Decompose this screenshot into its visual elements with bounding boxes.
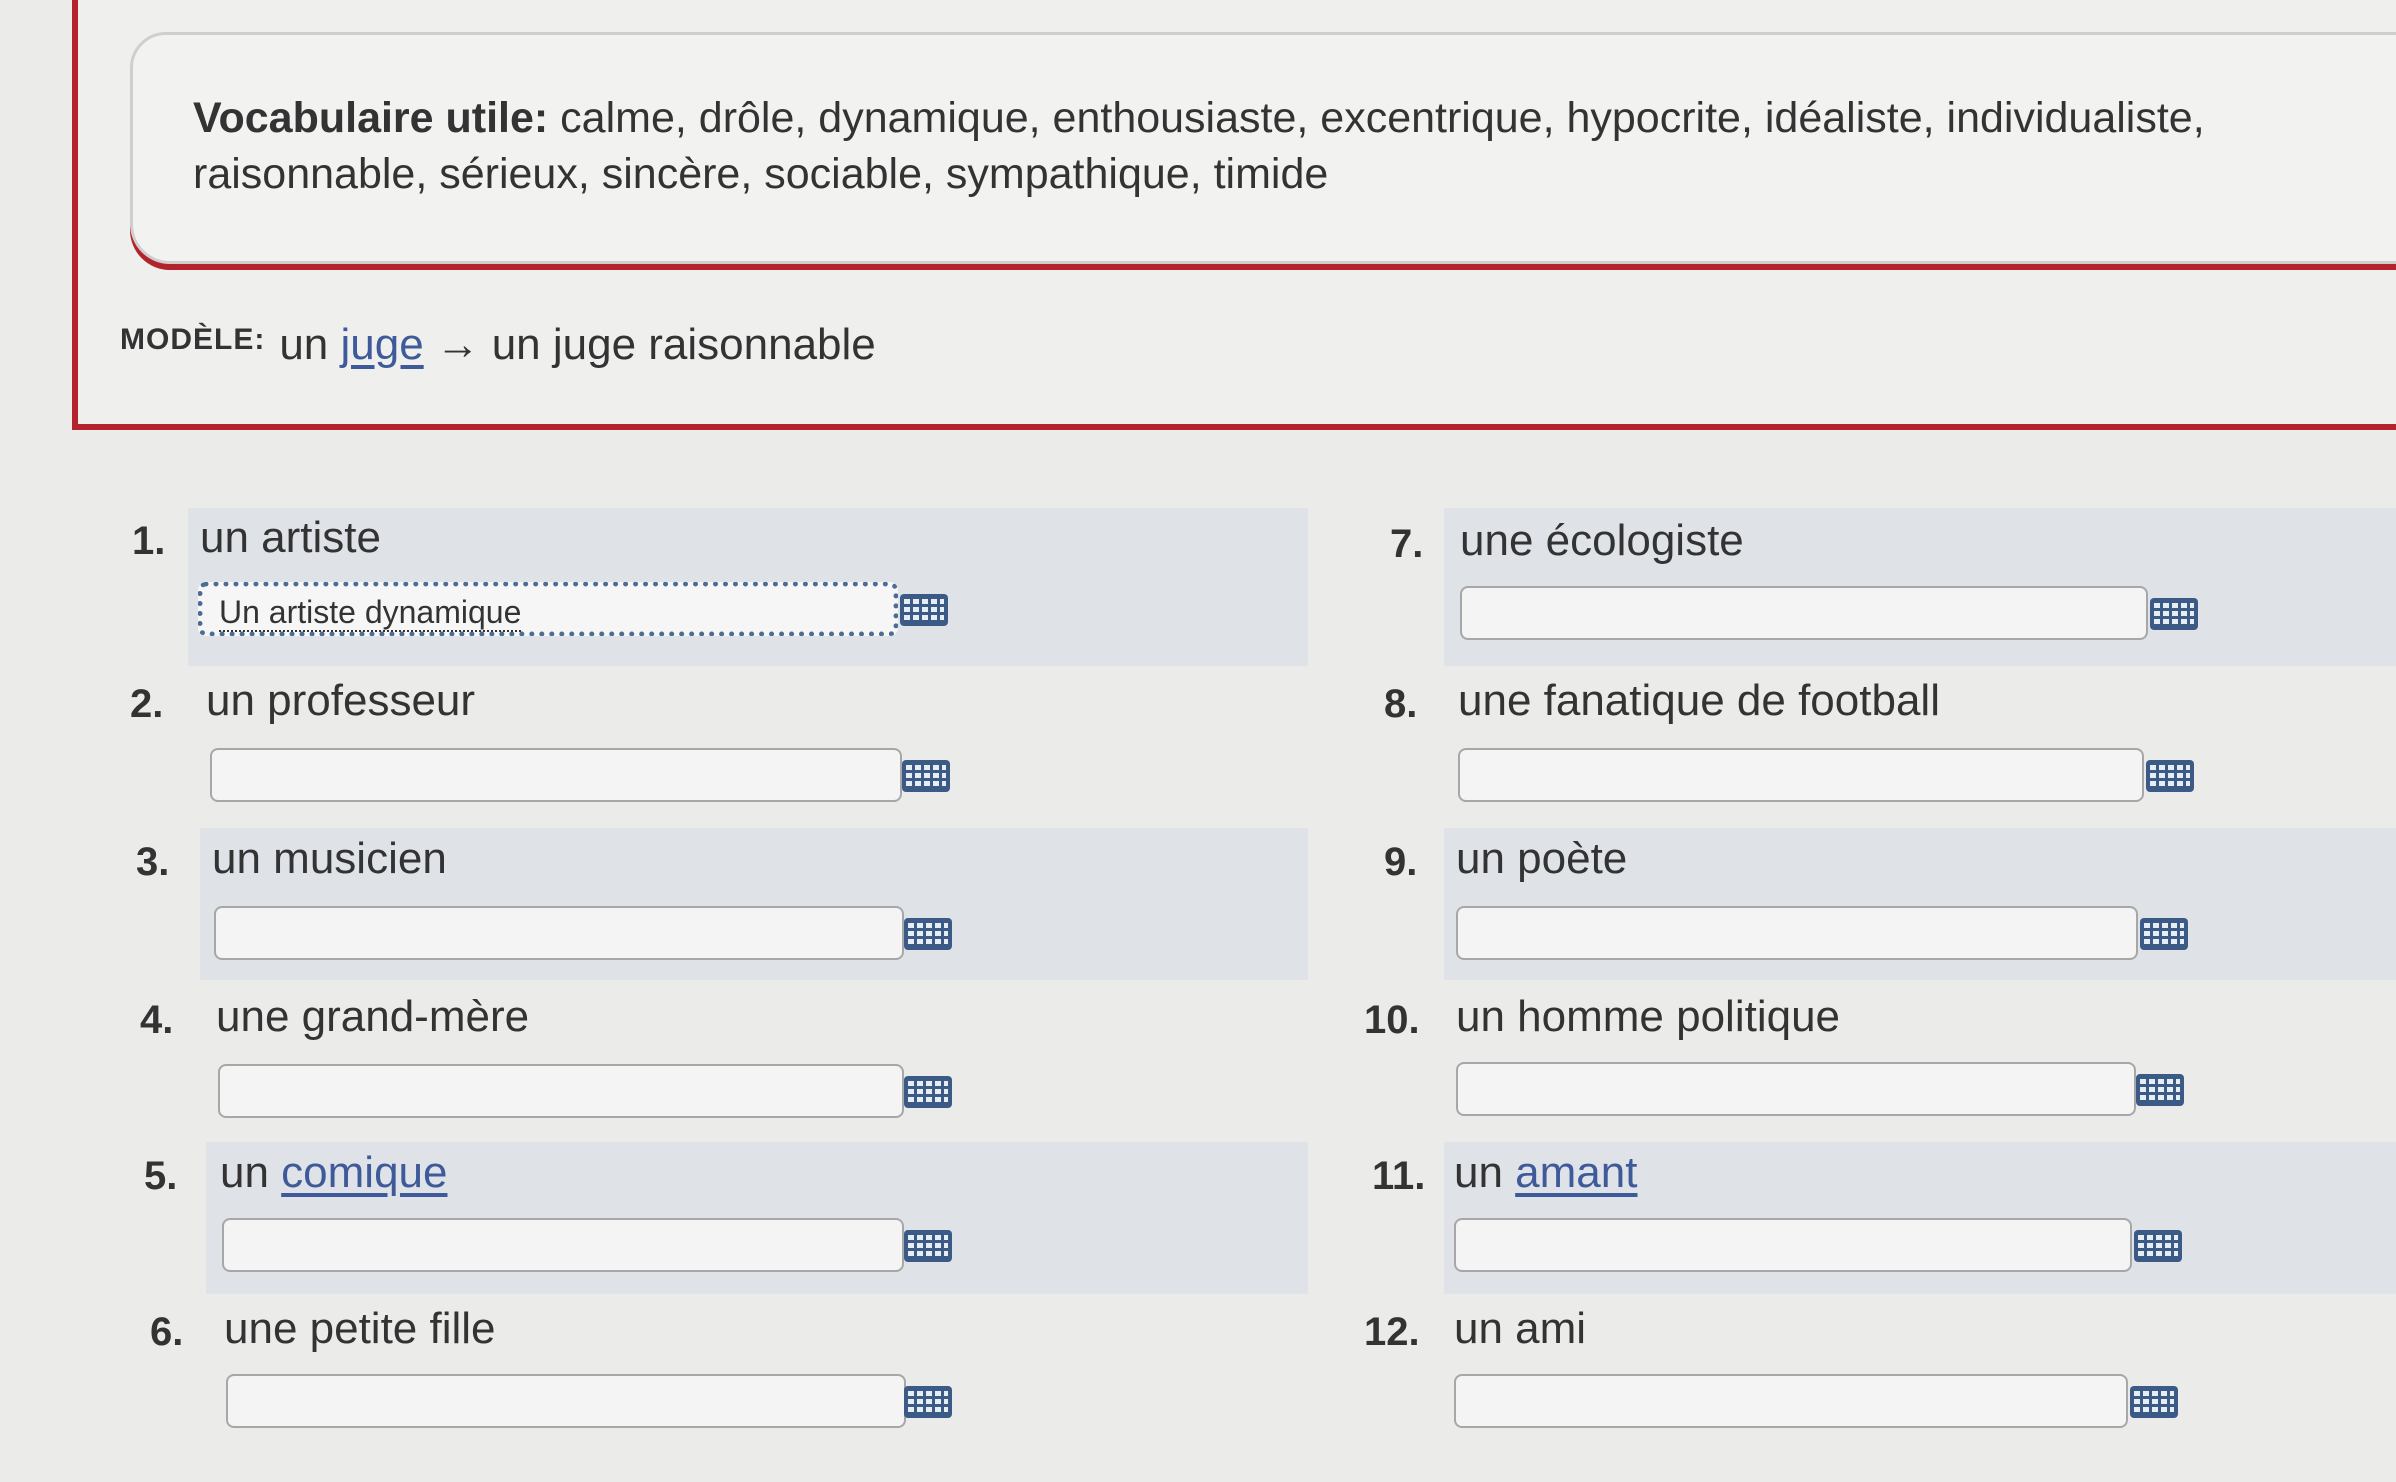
item-noun-link[interactable]: comique bbox=[281, 1148, 447, 1197]
answer-input-6[interactable] bbox=[226, 1374, 906, 1428]
item-label: une petite fille bbox=[224, 1304, 496, 1354]
answer-input-4[interactable] bbox=[218, 1064, 904, 1118]
answer-input-1[interactable]: Un artiste dynamique bbox=[198, 582, 898, 636]
keyboard-icon[interactable] bbox=[904, 918, 952, 950]
model-noun-link[interactable]: juge bbox=[341, 320, 424, 369]
answer-input-7[interactable] bbox=[1460, 586, 2148, 640]
item-label: une écologiste bbox=[1460, 516, 1744, 566]
item-article: un bbox=[206, 676, 268, 725]
keyboard-icon[interactable] bbox=[904, 1386, 952, 1418]
keyboard-icon[interactable] bbox=[900, 594, 948, 626]
item-article: un bbox=[200, 513, 262, 562]
item-article: une bbox=[1458, 676, 1544, 725]
model-answer: un juge raisonnable bbox=[491, 320, 876, 369]
item-article: une bbox=[216, 992, 302, 1041]
item-number: 11. bbox=[1372, 1154, 1426, 1198]
keyboard-icon[interactable] bbox=[2130, 1386, 2178, 1418]
item-article: une bbox=[1460, 516, 1546, 565]
item-noun: fanatique de football bbox=[1543, 676, 1940, 725]
vocabulary-box: Vocabulaire utile: calme, drôle, dynamiq… bbox=[130, 32, 2396, 264]
item-article: un bbox=[1456, 992, 1518, 1041]
item-label: un ami bbox=[1454, 1304, 1586, 1354]
model-example: MODÈLE: un juge → un juge raisonnable bbox=[120, 320, 876, 370]
item-label: un professeur bbox=[206, 676, 475, 726]
item-article: un bbox=[212, 834, 274, 883]
item-noun: petite fille bbox=[309, 1304, 496, 1353]
item-article: un bbox=[1454, 1148, 1516, 1197]
item-label: une grand-mère bbox=[216, 992, 529, 1042]
keyboard-icon[interactable] bbox=[2136, 1074, 2184, 1106]
item-label: un artiste bbox=[200, 513, 381, 563]
keyboard-icon[interactable] bbox=[902, 760, 950, 792]
item-noun: musicien bbox=[273, 834, 447, 883]
answer-input-10[interactable] bbox=[1456, 1062, 2136, 1116]
item-number: 1. bbox=[132, 519, 166, 563]
item-number: 10. bbox=[1364, 998, 1420, 1042]
item-label: un poète bbox=[1456, 834, 1627, 884]
vocabulary-text: Vocabulaire utile: calme, drôle, dynamiq… bbox=[193, 90, 2396, 202]
keyboard-icon[interactable] bbox=[904, 1076, 952, 1108]
item-label: une fanatique de football bbox=[1458, 676, 1940, 726]
item-article: une bbox=[224, 1304, 310, 1353]
answer-input-8[interactable] bbox=[1458, 748, 2144, 802]
answer-input-11[interactable] bbox=[1454, 1218, 2132, 1272]
arrow-icon: → bbox=[435, 320, 480, 369]
model-label: MODÈLE: bbox=[120, 323, 266, 356]
item-noun: grand-mère bbox=[301, 992, 530, 1041]
item-noun: écologiste bbox=[1545, 516, 1744, 565]
answer-input-12[interactable] bbox=[1454, 1374, 2128, 1428]
keyboard-icon[interactable] bbox=[2146, 760, 2194, 792]
item-noun: artiste bbox=[261, 513, 381, 562]
item-label: un comique bbox=[220, 1148, 447, 1198]
item-number: 8. bbox=[1384, 682, 1418, 726]
keyboard-icon[interactable] bbox=[2134, 1230, 2182, 1262]
item-article: un bbox=[1456, 834, 1518, 883]
item-number: 12. bbox=[1364, 1310, 1420, 1354]
item-number: 7. bbox=[1390, 522, 1424, 566]
item-noun: ami bbox=[1515, 1304, 1587, 1353]
keyboard-icon[interactable] bbox=[904, 1230, 952, 1262]
item-noun: poète bbox=[1517, 834, 1628, 883]
item-number: 5. bbox=[144, 1154, 178, 1198]
keyboard-icon[interactable] bbox=[2150, 598, 2198, 630]
item-number: 9. bbox=[1384, 840, 1418, 884]
item-label: un amant bbox=[1454, 1148, 1637, 1198]
item-label: un homme politique bbox=[1456, 992, 1840, 1042]
model-prefix: un bbox=[279, 320, 341, 369]
item-noun-link[interactable]: amant bbox=[1515, 1148, 1637, 1197]
item-article: un bbox=[220, 1148, 282, 1197]
item-number: 4. bbox=[140, 998, 174, 1042]
vocabulary-label: Vocabulaire utile: bbox=[193, 94, 549, 142]
item-noun: homme politique bbox=[1517, 992, 1841, 1041]
item-number: 2. bbox=[130, 682, 164, 726]
item-number: 6. bbox=[150, 1310, 184, 1354]
answer-input-9[interactable] bbox=[1456, 906, 2138, 960]
item-label: un musicien bbox=[212, 834, 447, 884]
answer-input-value: Un artiste dynamique bbox=[219, 594, 522, 632]
keyboard-icon[interactable] bbox=[2140, 918, 2188, 950]
item-article: un bbox=[1454, 1304, 1516, 1353]
item-number: 3. bbox=[136, 840, 170, 884]
item-noun: professeur bbox=[267, 676, 476, 725]
answer-input-2[interactable] bbox=[210, 748, 902, 802]
answer-input-3[interactable] bbox=[214, 906, 904, 960]
answer-input-5[interactable] bbox=[222, 1218, 904, 1272]
